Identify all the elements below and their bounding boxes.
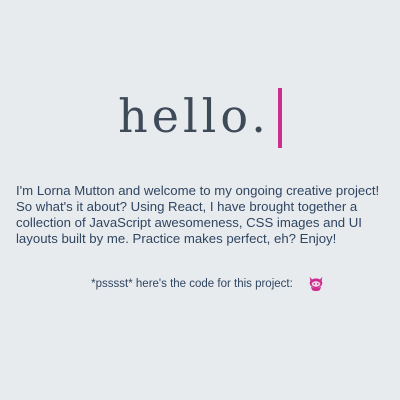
landing-page: hello. I'm Lorna Mutton and welcome to m… (0, 0, 400, 400)
code-link-text: *psssst* here's the code for this projec… (91, 278, 293, 290)
headline: hello. (0, 84, 400, 148)
typing-cursor (277, 88, 282, 148)
github-link[interactable] (307, 275, 325, 293)
github-octocat-icon (307, 275, 325, 293)
intro-paragraph: I'm Lorna Mutton and welcome to my ongoi… (16, 183, 380, 246)
page-title: hello. (118, 89, 270, 143)
code-link-row: *psssst* here's the code for this projec… (0, 274, 400, 294)
